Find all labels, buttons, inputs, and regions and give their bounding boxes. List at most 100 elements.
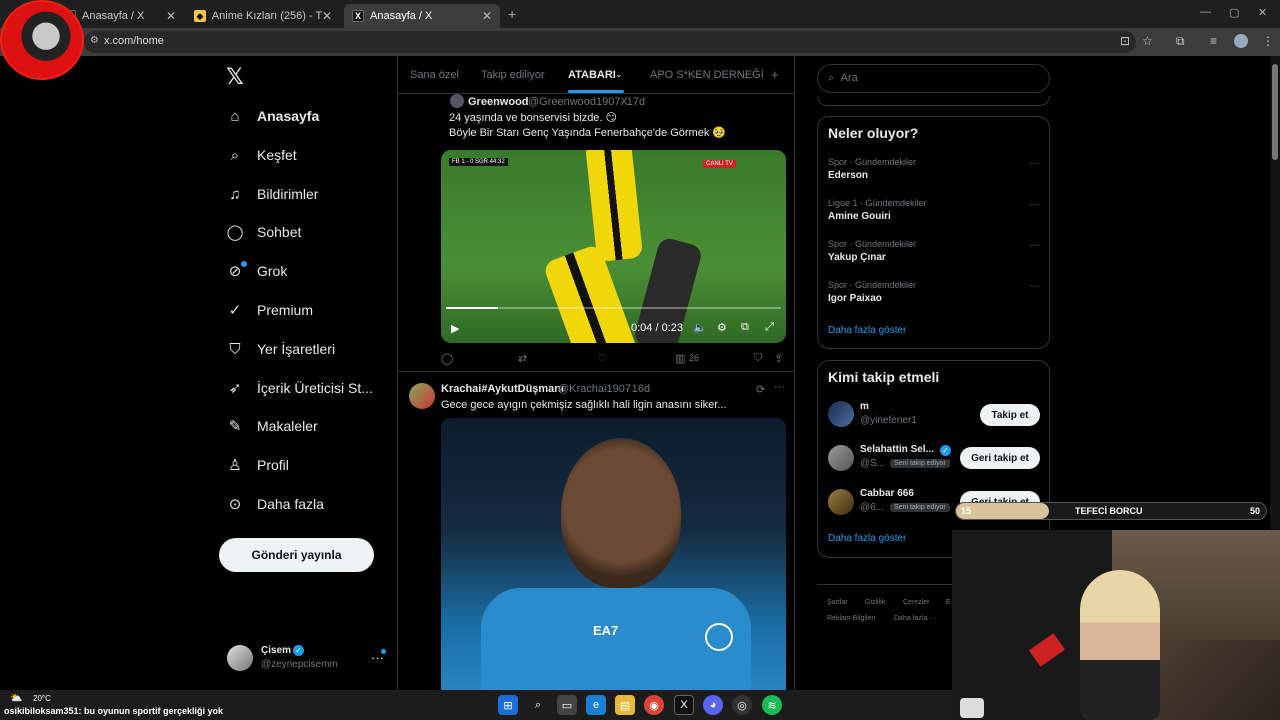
more-icon[interactable]: ··· [1029, 281, 1039, 292]
nav-bookmarks[interactable]: ⛉ Yer İşaretleri [226, 335, 335, 363]
maximize-button[interactable]: ▢ [1229, 6, 1239, 19]
pip-icon[interactable]: ⧉ [741, 321, 749, 334]
verified-badge-icon: ✓ [293, 645, 304, 656]
reply-icon[interactable]: ◯ [441, 352, 453, 365]
suggested-user-name[interactable]: Selahattin Sel... [860, 444, 934, 455]
start-menu-icon[interactable]: ⊞ [498, 695, 518, 715]
repost-icon[interactable]: ⇄ [518, 352, 527, 365]
search-input[interactable]: ⌕ Ara [817, 64, 1050, 93]
footer-link[interactable]: Daha fazla ··· [894, 615, 936, 622]
more-icon[interactable]: ··· [1029, 240, 1039, 251]
tab-apo-dernegi[interactable]: APO S*KEN DERNEĞİ [650, 69, 764, 81]
tweet-author-handle[interactable]: @Krachai1907 [558, 383, 631, 395]
home-icon: ⌂ [230, 107, 240, 125]
post-button[interactable]: Gönderi yayınla [219, 538, 374, 572]
footer-link[interactable]: E [946, 599, 951, 606]
add-tab-button[interactable]: + [771, 67, 779, 82]
chevron-down-icon[interactable]: ⌄ [615, 69, 623, 80]
avatar[interactable] [450, 94, 464, 108]
bookmark-star-icon[interactable]: ☆ [1142, 34, 1153, 48]
nav-chat[interactable]: ◯ Sohbet [226, 218, 302, 246]
trend-item[interactable]: Yakup Çınar [828, 252, 886, 263]
avatar[interactable] [828, 445, 854, 471]
footer-link[interactable]: Reklam Bilgileri [827, 615, 875, 622]
follow-back-button[interactable]: Geri takip et [960, 447, 1040, 469]
tweet-author-name[interactable]: Krachai#AykutDüşmanı [441, 383, 564, 395]
site-info-icon[interactable]: ⚙ [90, 35, 99, 46]
x-app-icon[interactable]: X [674, 695, 694, 715]
footer-link[interactable]: Gizlilik [865, 599, 885, 606]
browser-tab-2[interactable]: ◆ Anime Kızları (256) - Tier List | K...… [186, 4, 340, 28]
task-view-icon[interactable]: ▭ [557, 695, 577, 715]
nav-more[interactable]: ⊙ Daha fazla [226, 490, 324, 518]
browser-profile-avatar[interactable] [1234, 34, 1248, 48]
nav-notifications[interactable]: ♫ Bildirimler [226, 180, 318, 208]
file-explorer-icon[interactable]: ▤ [615, 695, 635, 715]
trend-item[interactable]: Ederson [828, 170, 868, 181]
tab-for-you[interactable]: Sana özel [410, 69, 459, 81]
suggested-user-handle: @yinefener1 [860, 415, 917, 426]
avatar[interactable] [409, 383, 435, 409]
edge-icon[interactable]: e [586, 695, 606, 715]
spotify-icon[interactable]: ≋ [762, 695, 782, 715]
nav-home[interactable]: ⌂ Anasayfa [226, 102, 319, 130]
views-icon[interactable]: ▥ [675, 352, 685, 365]
bookmark-icon[interactable]: ⛉ [754, 352, 762, 365]
settings-icon[interactable]: ⚙ [717, 321, 727, 334]
browser-tab-3[interactable]: X Anasayfa / X ✕ [344, 4, 500, 28]
suggested-user-name[interactable]: Cabbar 666 [860, 488, 914, 499]
grok-explain-icon[interactable]: ⟳ [756, 383, 765, 396]
tweet-video[interactable]: FB 1 - 0 SGR 44:32 CANLI TV ▶ 0:04 / 0:2… [441, 150, 786, 343]
footer-link[interactable]: Şartlar [827, 599, 848, 606]
tab-atabari[interactable]: ATABARI [568, 69, 616, 81]
follow-button[interactable]: Takip et [980, 404, 1040, 426]
footer-link[interactable]: Çerezler [903, 599, 929, 606]
tweet-author-name[interactable]: Greenwood [468, 96, 529, 108]
close-window-button[interactable]: ✕ [1258, 6, 1267, 19]
address-bar[interactable]: x.com/home [84, 31, 1136, 53]
nav-grok[interactable]: ⊘ Grok [226, 257, 288, 285]
play-icon[interactable]: ▶ [451, 322, 459, 335]
nav-explore[interactable]: ⌕ Keşfet [226, 141, 297, 169]
minimize-button[interactable]: — [1200, 6, 1211, 18]
more-icon[interactable]: ··· [1029, 199, 1039, 210]
browser-menu-icon[interactable]: ⋮ [1262, 34, 1274, 48]
avatar[interactable] [227, 645, 253, 671]
nav-profile[interactable]: ♙ Profil [226, 451, 289, 479]
x-logo-icon[interactable]: 𝕏 [226, 64, 244, 90]
tab-following[interactable]: Takip ediliyor [481, 69, 545, 81]
search-icon[interactable]: ⌕ [528, 695, 548, 715]
tweet-time[interactable]: · 16d [625, 383, 650, 395]
close-icon[interactable]: ✕ [322, 9, 332, 23]
more-icon[interactable]: ··· [1029, 158, 1039, 169]
trend-item[interactable]: Amine Gouiri [828, 211, 891, 222]
show-more-users-link[interactable]: Daha fazla göster [828, 533, 906, 544]
fullscreen-icon[interactable]: ⤢ [765, 321, 774, 334]
nav-articles[interactable]: ✎ Makaleler [226, 412, 318, 440]
tweet-author-handle[interactable]: @Greenwood1907X [528, 96, 628, 108]
avatar[interactable] [828, 489, 854, 515]
close-icon[interactable]: ✕ [482, 9, 492, 23]
new-tab-button[interactable]: + [508, 6, 516, 22]
like-icon[interactable]: ♡ [597, 352, 607, 365]
nav-premium[interactable]: ✓ Premium [226, 296, 313, 324]
nav-creator-studio[interactable]: ➶ İçerik Üreticisi St... [226, 374, 373, 402]
chrome-icon[interactable]: ◉ [644, 695, 664, 715]
tweet-video[interactable]: EA7 [441, 418, 786, 690]
install-app-icon[interactable]: ⊡ [1120, 34, 1130, 48]
suggested-user-name[interactable]: m [860, 401, 869, 412]
scrollbar-thumb[interactable] [1272, 64, 1278, 160]
show-more-trends-link[interactable]: Daha fazla göster [828, 325, 906, 336]
tweet-time[interactable]: · 17d [620, 96, 645, 108]
close-icon[interactable]: ✕ [166, 9, 176, 23]
more-icon[interactable]: ··· [774, 381, 785, 393]
share-icon[interactable]: ⇪ [774, 352, 783, 365]
volume-icon[interactable]: 🔈 [693, 321, 707, 334]
reading-list-icon[interactable]: ≡ [1210, 34, 1217, 48]
discord-icon[interactable]: ◕ [703, 695, 723, 715]
avatar[interactable] [828, 401, 854, 427]
extensions-icon[interactable]: ⧉ [1176, 34, 1185, 49]
obs-icon[interactable]: ◎ [732, 695, 752, 715]
trend-item[interactable]: Igor Paixao [828, 293, 882, 304]
weather-icon[interactable]: ⛅ [10, 693, 22, 704]
